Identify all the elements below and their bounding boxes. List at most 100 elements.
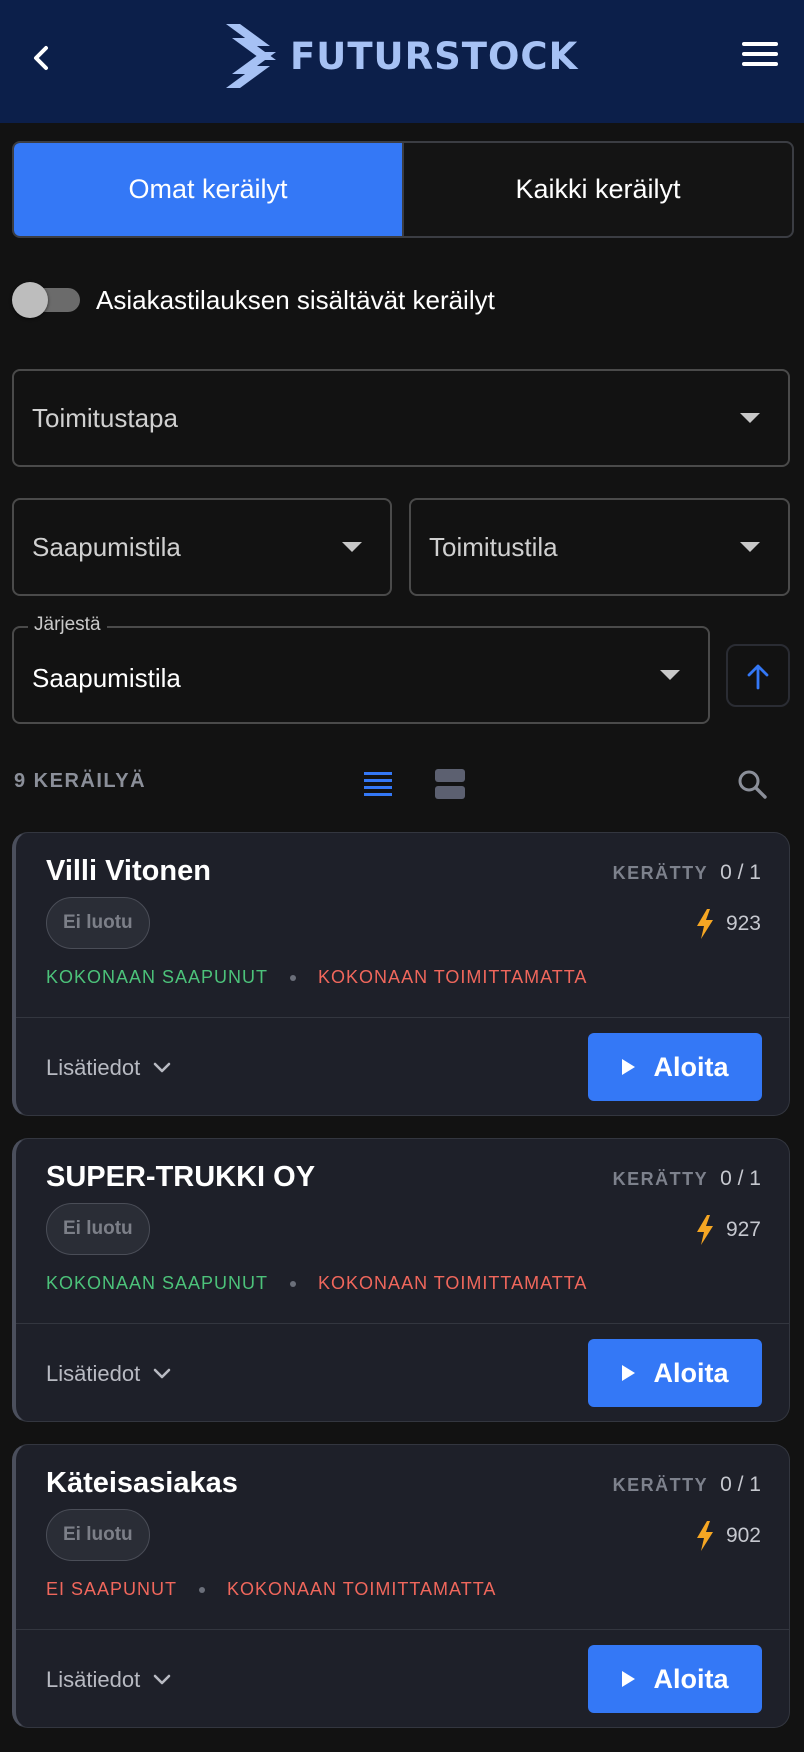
top-app-bar: FUTURSTOCK: [0, 0, 804, 123]
details-label: Lisätiedot: [46, 1667, 141, 1692]
collected-value: 0 / 1: [720, 1473, 761, 1496]
sort-select-value: Saapumistila: [32, 662, 181, 693]
sort-select[interactable]: Järjestä Saapumistila: [12, 614, 710, 724]
start-picking-label: Aloita: [653, 1357, 729, 1388]
lightning-bolt-icon: [696, 909, 713, 939]
customer-order-toggle[interactable]: [12, 282, 80, 318]
logo-text: FUTURSTOCK: [290, 34, 579, 78]
details-toggle[interactable]: Lisätiedot: [46, 1361, 172, 1387]
picking-scope-tabs: Omat keräilyt Kaikki keräilyt: [12, 141, 794, 238]
status-line: KOKONAAN SAAPUNUT KOKONAAN TOIMITTAMATTA: [46, 967, 587, 988]
play-icon: [622, 1671, 636, 1687]
app-logo: FUTURSTOCK: [226, 22, 578, 90]
customer-name: SUPER-TRUKKI OY: [46, 1161, 316, 1193]
chevron-left-icon: [34, 46, 48, 70]
card-view-button[interactable]: [422, 764, 478, 804]
customer-name: Villi Vitonen: [46, 855, 211, 887]
menu-line: [742, 42, 778, 46]
lightning-bolt-icon: [696, 1521, 713, 1551]
search-icon: [738, 770, 767, 799]
delivery-method-select[interactable]: Toimitustapa: [12, 369, 790, 467]
priority-value: 902: [725, 1524, 761, 1547]
toggle-knob: [12, 282, 48, 318]
start-picking-button[interactable]: Aloita: [588, 1645, 762, 1713]
menu-line: [742, 52, 778, 56]
status-line: EI SAAPUNUT KOKONAAN TOIMITTAMATTA: [46, 1579, 496, 1600]
picking-card: SUPER-TRUKKI OY KERÄTTY 0 / 1 Ei luotu 9…: [12, 1138, 790, 1422]
priority-indicator: 927: [696, 1215, 761, 1245]
picking-card: Villi Vitonen KERÄTTY 0 / 1 Ei luotu 923…: [12, 832, 790, 1116]
tab-own-pickings[interactable]: Omat keräilyt: [14, 143, 402, 236]
collected-label: KERÄTTY: [612, 863, 709, 883]
sort-direction-button[interactable]: [726, 644, 790, 707]
card-divider: [16, 1629, 789, 1630]
chevron-down-icon: [153, 1674, 171, 1685]
start-picking-label: Aloita: [653, 1051, 729, 1082]
start-picking-button[interactable]: Aloita: [588, 1033, 762, 1101]
caret-down-icon: [660, 670, 680, 680]
status-separator: [290, 974, 297, 981]
back-button[interactable]: [26, 40, 56, 76]
details-toggle[interactable]: Lisätiedot: [46, 1667, 172, 1693]
arrow-up-icon: [747, 664, 769, 689]
collected-progress: KERÄTTY 0 / 1: [613, 861, 761, 885]
arrival-status: EI SAAPUNUT: [46, 1579, 178, 1599]
menu-button[interactable]: [742, 42, 778, 72]
arrival-status-select[interactable]: Saapumistila: [12, 498, 392, 596]
list-view-button[interactable]: [350, 764, 406, 804]
card-divider: [16, 1323, 789, 1324]
priority-indicator: 923: [696, 909, 761, 939]
delivery-status: KOKONAAN TOIMITTAMATTA: [318, 967, 588, 987]
caret-down-icon: [740, 542, 760, 552]
list-view-icon: [364, 772, 392, 796]
details-toggle[interactable]: Lisätiedot: [46, 1055, 172, 1081]
menu-line: [742, 62, 778, 66]
search-button[interactable]: [732, 764, 772, 804]
collected-value: 0 / 1: [720, 861, 761, 884]
delivery-status: KOKONAAN TOIMITTAMATTA: [227, 1579, 497, 1599]
chevron-down-icon: [153, 1062, 171, 1073]
list-toolbar: 9 KERÄILYÄ: [14, 760, 794, 804]
delivery-status-value: Toimitustila: [429, 531, 558, 562]
caret-down-icon: [740, 413, 760, 423]
status-separator: [199, 1586, 206, 1593]
collected-label: KERÄTTY: [612, 1475, 709, 1495]
arrival-status-value: Saapumistila: [32, 531, 181, 562]
collected-progress: KERÄTTY 0 / 1: [613, 1167, 761, 1191]
logo-mark-icon: [226, 24, 276, 88]
start-picking-button[interactable]: Aloita: [588, 1339, 762, 1407]
customer-order-filter: Asiakastilauksen sisältävät keräilyt: [12, 282, 495, 318]
sort-select-legend: Järjestä: [28, 614, 107, 636]
priority-value: 927: [725, 1218, 761, 1241]
picking-card: Käteisasiakas KERÄTTY 0 / 1 Ei luotu 902…: [12, 1444, 790, 1728]
priority-indicator: 902: [696, 1521, 761, 1551]
collected-progress: KERÄTTY 0 / 1: [613, 1473, 761, 1497]
card-divider: [16, 1017, 789, 1018]
customer-name: Käteisasiakas: [46, 1467, 238, 1499]
caret-down-icon: [342, 542, 362, 552]
lightning-bolt-icon: [696, 1215, 713, 1245]
customer-order-toggle-label: Asiakastilauksen sisältävät keräilyt: [96, 284, 495, 315]
arrival-status: KOKONAAN SAAPUNUT: [46, 1273, 269, 1293]
delivery-status-select[interactable]: Toimitustila: [409, 498, 790, 596]
details-label: Lisätiedot: [46, 1055, 141, 1080]
card-view-icon: [435, 769, 465, 799]
play-icon: [622, 1365, 636, 1381]
collected-label: KERÄTTY: [612, 1169, 709, 1189]
status-badge: Ei luotu: [46, 897, 150, 949]
status-badge: Ei luotu: [46, 1509, 150, 1561]
picking-count: 9 KERÄILYÄ: [14, 770, 147, 792]
status-separator: [290, 1280, 297, 1287]
status-badge: Ei luotu: [46, 1203, 150, 1255]
details-label: Lisätiedot: [46, 1361, 141, 1386]
delivery-status: KOKONAAN TOIMITTAMATTA: [318, 1273, 588, 1293]
delivery-method-value: Toimitustapa: [32, 402, 178, 433]
arrival-status: KOKONAAN SAAPUNUT: [46, 967, 269, 987]
priority-value: 923: [725, 912, 761, 935]
play-icon: [622, 1059, 636, 1075]
start-picking-label: Aloita: [653, 1663, 729, 1694]
status-line: KOKONAAN SAAPUNUT KOKONAAN TOIMITTAMATTA: [46, 1273, 587, 1294]
chevron-down-icon: [153, 1368, 171, 1379]
collected-value: 0 / 1: [720, 1167, 761, 1190]
tab-all-pickings[interactable]: Kaikki keräilyt: [402, 143, 792, 236]
